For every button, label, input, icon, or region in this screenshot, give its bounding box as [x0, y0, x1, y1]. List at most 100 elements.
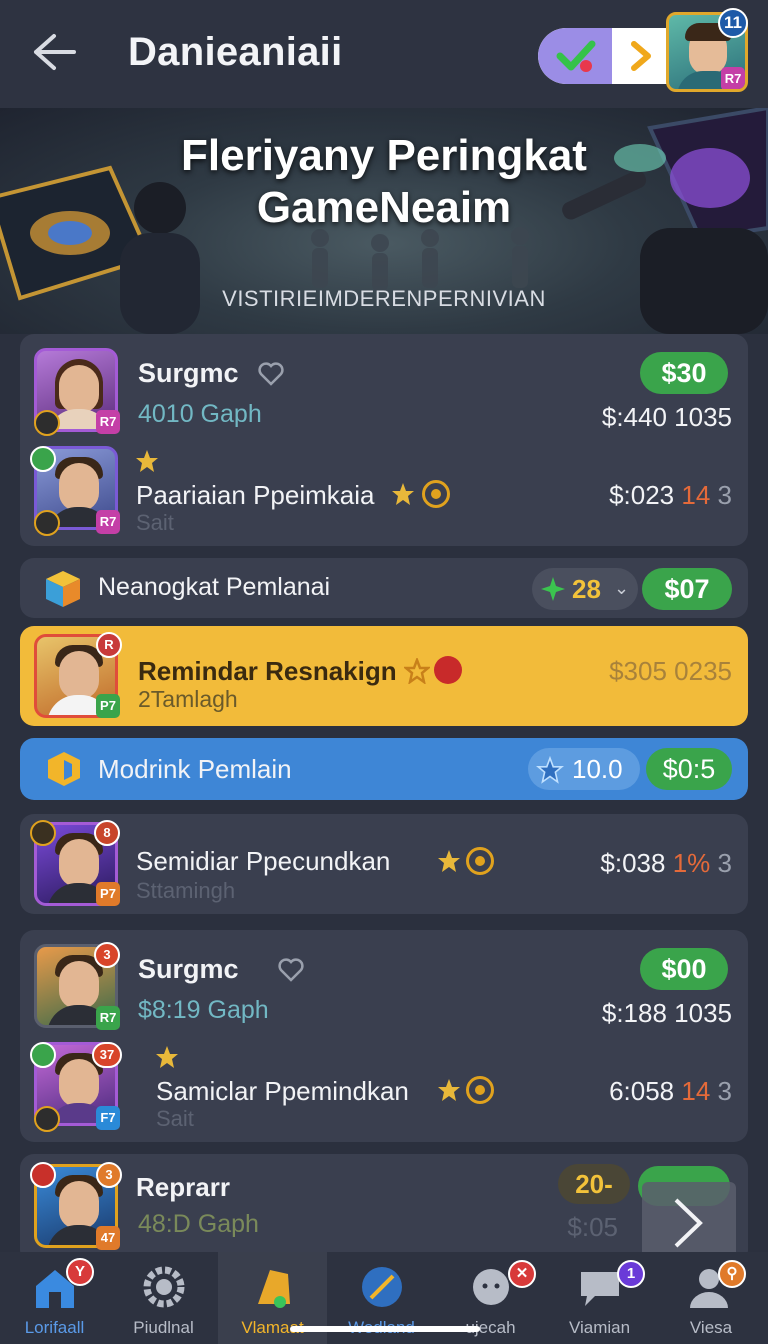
- star-icon: [438, 850, 460, 872]
- star-icon: [404, 658, 430, 684]
- bottom-nav: Y Lorifaall Piudlnal Vlamaat Wedland: [0, 1252, 768, 1344]
- star-icon: [536, 756, 564, 784]
- category-row[interactable]: Neanogkat Pemlanai 28 ⌄ $07: [20, 558, 748, 618]
- rank-icon: [30, 1162, 56, 1188]
- trophy-icon: [258, 1270, 290, 1308]
- nav-item-messages[interactable]: 1 Viamian: [545, 1252, 654, 1344]
- coin-icon: [466, 1076, 494, 1104]
- score-value: $:440 1035: [601, 402, 732, 432]
- rank-badge: 8: [94, 820, 120, 846]
- player-row[interactable]: 3 47 Reprarr 48:D Gaph 20- $:05: [20, 1154, 748, 1264]
- sparkle-icon: [541, 577, 565, 601]
- player-name: Semidiar Ppecundkan: [136, 846, 391, 876]
- coin-icon: [422, 480, 450, 508]
- level-badge: F7: [96, 1106, 120, 1130]
- count-chip[interactable]: 28 ⌄: [532, 568, 638, 610]
- player-status: Sttamingh: [136, 878, 236, 903]
- hero-banner: Fleriyany Peringkat GameNeaim VISTIRIEIM…: [0, 108, 768, 334]
- score-value: $:023 14 3: [609, 480, 732, 510]
- coin-icon: [466, 847, 494, 875]
- rank-icon: [30, 820, 56, 846]
- prize-pill: $0:5: [646, 748, 732, 790]
- score-chip[interactable]: 10.0: [528, 748, 640, 790]
- message-icon: [581, 1272, 619, 1306]
- gear-icon: [143, 1266, 185, 1308]
- notification-badge: Y: [66, 1258, 94, 1286]
- rank-icon: [34, 410, 60, 436]
- score-value: 6:058 14 3: [609, 1076, 732, 1106]
- player-name: Surgmc: [138, 358, 239, 388]
- trophy-icon: [156, 1046, 178, 1068]
- player-subtitle: 2Tamlagh: [138, 686, 238, 712]
- level-badge: R7: [96, 1006, 120, 1030]
- heart-icon[interactable]: [278, 958, 304, 982]
- chat-face-icon: [473, 1269, 509, 1305]
- prize-pill: $30: [640, 352, 728, 394]
- player-name: Samiclar Ppemindkan: [156, 1076, 409, 1106]
- level-badge: R7: [96, 510, 120, 534]
- rank-icon: [34, 510, 60, 536]
- rank-badge: 3: [96, 1162, 122, 1188]
- prize-pill: $00: [640, 948, 728, 990]
- level-badge: P7: [96, 694, 120, 718]
- score-value: $:05: [567, 1212, 618, 1242]
- count-chip[interactable]: 20-: [558, 1164, 630, 1204]
- compass-icon: [362, 1267, 402, 1307]
- chevron-down-icon: ⌄: [614, 578, 630, 598]
- score-value: $:038 1% 3: [600, 848, 732, 878]
- category-row[interactable]: Modrink Pemlain 10.0 $0:5: [20, 738, 748, 800]
- player-status: Sait: [136, 510, 174, 535]
- leaderboard-card[interactable]: R7 Surgmc 4010 Gaph $30 $:440 1035 R7 Pa…: [20, 334, 748, 546]
- chevron-right-icon: [631, 41, 651, 71]
- player-name: Paariaian Ppeimkaia: [136, 480, 375, 510]
- chevron-right-icon: [674, 1198, 703, 1248]
- rank-icon: [34, 1106, 60, 1132]
- rank-badge: 37: [92, 1042, 122, 1068]
- rank-badge: R: [96, 632, 122, 658]
- check-icon: [556, 40, 596, 72]
- highlighted-player-row[interactable]: R P7 Remindar Resnakign 2Tamlagh $305 02…: [20, 626, 748, 726]
- online-icon: [30, 1042, 56, 1068]
- cube-icon: [46, 571, 80, 607]
- nav-item-account[interactable]: ⚲ Viesa: [654, 1252, 768, 1344]
- nav-item-profile[interactable]: Piudlnal: [109, 1252, 218, 1344]
- star-icon: [438, 1079, 460, 1101]
- notification-count-badge: 11: [718, 8, 748, 38]
- app-header: Danieaniaii R7 11: [0, 0, 768, 108]
- player-subtitle: $8:19 Gaph: [138, 996, 269, 1024]
- nav-item-home[interactable]: Y Lorifaall: [0, 1252, 109, 1344]
- close-icon: ✕: [508, 1260, 536, 1288]
- flame-icon: [434, 656, 462, 684]
- notification-badge: 1: [617, 1260, 645, 1288]
- player-subtitle: 48:D Gaph: [138, 1210, 259, 1238]
- level-badge: 47: [96, 1226, 120, 1250]
- player-subtitle: 4010 Gaph: [138, 400, 262, 428]
- player-name: Remindar Resnakign: [138, 656, 397, 686]
- player-row[interactable]: 8 P7 Semidiar Ppecundkan Sttamingh $:038…: [20, 814, 748, 914]
- player-name: Reprarr: [136, 1172, 230, 1202]
- player-status: Sait: [156, 1106, 194, 1131]
- rank-badge: 3: [94, 942, 120, 968]
- heart-icon[interactable]: [258, 362, 284, 386]
- page-title: Danieaniaii: [128, 30, 343, 74]
- trophy-icon: [136, 450, 158, 472]
- star-icon: [392, 483, 414, 505]
- prize-pill: $07: [642, 568, 732, 610]
- search-icon: ⚲: [718, 1260, 746, 1288]
- leaderboard-screen: Danieaniaii R7 11 Fleriyany Peringkat Ga…: [0, 0, 768, 1344]
- level-badge: R7: [96, 410, 120, 434]
- shield-icon: [48, 752, 80, 786]
- home-indicator: [290, 1326, 480, 1332]
- back-arrow-icon[interactable]: [30, 32, 78, 72]
- hero-title: Fleriyany Peringkat GameNeaim: [181, 131, 587, 232]
- player-name: Surgmc: [138, 954, 239, 984]
- hero-subtitle: VISTIRIEIMDERENPERNIVIAN: [222, 286, 546, 311]
- row-label: Modrink Pemlain: [98, 754, 292, 784]
- online-icon: [30, 446, 56, 472]
- level-badge: R7: [721, 67, 745, 89]
- score-value: $:188 1035: [601, 998, 732, 1028]
- score-value: $305 0235: [609, 656, 732, 686]
- leaderboard-card[interactable]: 3 R7 Surgmc $8:19 Gaph $00 $:188 1035 37…: [20, 930, 748, 1142]
- row-label: Neanogkat Pemlanai: [98, 573, 331, 601]
- level-badge: P7: [96, 882, 120, 906]
